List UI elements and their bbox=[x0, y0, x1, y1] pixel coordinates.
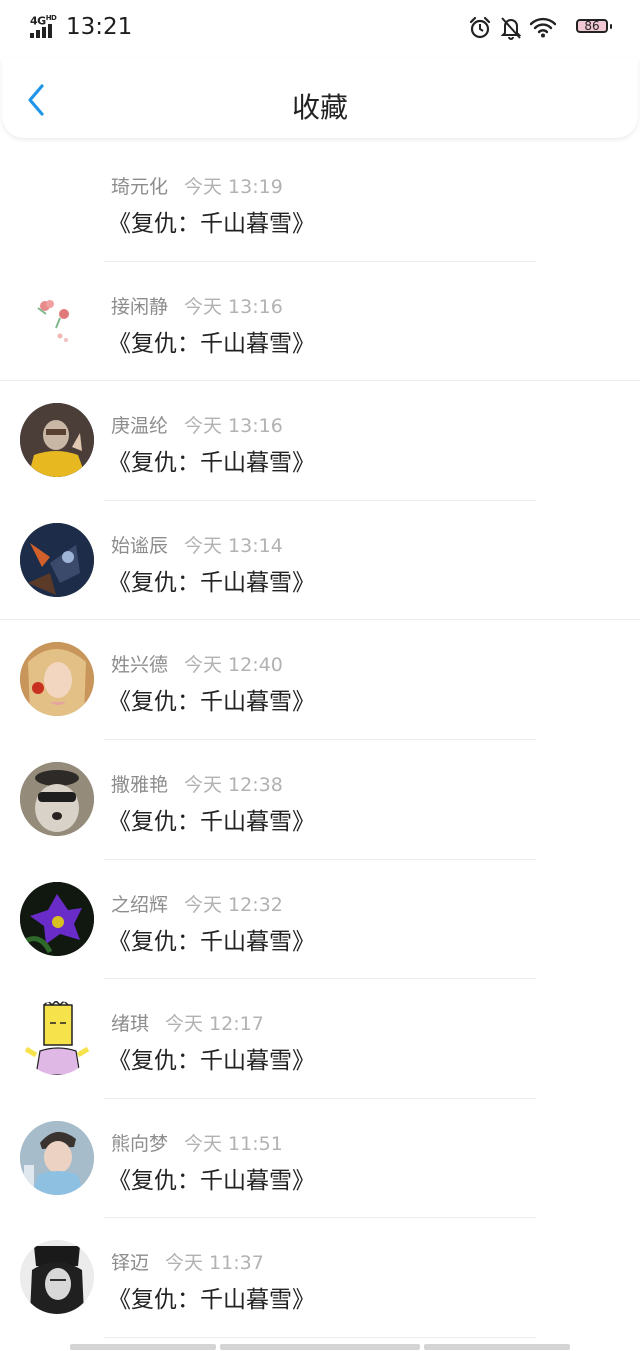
battery-icon: 86 bbox=[576, 19, 612, 35]
alarm-icon bbox=[469, 16, 491, 39]
avatar bbox=[20, 1240, 94, 1315]
avatar bbox=[20, 403, 94, 478]
sender-name: 始谧辰 bbox=[111, 534, 169, 557]
bottom-scroll-indicator bbox=[70, 1344, 570, 1351]
status-time: 13:21 bbox=[66, 14, 133, 40]
battery-level: 86 bbox=[584, 19, 600, 33]
favorite-title: 《复仇：千山暮雪》 bbox=[108, 1287, 315, 1314]
sender-name: 接闲静 bbox=[111, 295, 169, 318]
bell-off-icon bbox=[500, 17, 522, 40]
sender-name: 姓兴德 bbox=[111, 654, 169, 677]
sender-name: 铎迈 bbox=[111, 1252, 150, 1275]
nav-bar: 收藏 bbox=[2, 58, 638, 138]
favorite-title: 《复仇：千山暮雪》 bbox=[108, 928, 315, 955]
cell-signal-icon: 4GHD bbox=[30, 14, 60, 40]
favorites-list: 琦元化今天 13:19 《复仇：千山暮雪》 接闲静今天 13:16 《复仇： bbox=[0, 142, 640, 1338]
sender-name: 熊向梦 bbox=[111, 1132, 169, 1155]
avatar bbox=[20, 522, 94, 597]
timestamp: 今天 13:16 bbox=[184, 415, 283, 438]
timestamp: 今天 11:37 bbox=[165, 1252, 264, 1275]
avatar bbox=[20, 1120, 94, 1195]
timestamp: 今天 13:19 bbox=[184, 176, 283, 198]
favorite-item[interactable]: 熊向梦 今天 11:51 《复仇：千山暮雪》 bbox=[0, 1099, 640, 1219]
status-icons: 86 bbox=[452, 16, 612, 42]
favorites-screen: 4GHD 13:21 86 收藏 琦元化 今天 13:19 《复仇：千山暮雪》 … bbox=[0, 0, 640, 1351]
avatar bbox=[20, 283, 94, 358]
sender-name: 绪琪 bbox=[111, 1013, 150, 1036]
avatar bbox=[20, 761, 94, 836]
favorite-title: 《复仇：千山暮雪》 bbox=[108, 211, 315, 237]
favorite-title: 《复仇：千山暮雪》 bbox=[108, 1167, 315, 1194]
timestamp: 今天 13:16 bbox=[184, 295, 283, 318]
favorite-item[interactable]: 庚温纶 今天 13:16 《复仇：千山暮雪》 bbox=[0, 381, 640, 501]
avatar bbox=[20, 881, 94, 956]
favorite-title: 《复仇：千山暮雪》 bbox=[108, 330, 315, 357]
favorite-title: 《复仇：千山暮雪》 bbox=[108, 1048, 315, 1075]
timestamp: 今天 12:17 bbox=[165, 1013, 264, 1036]
page-title: 收藏 bbox=[291, 91, 348, 124]
favorite-item[interactable]: 之绍辉 今天 12:32 《复仇：千山暮雪》 bbox=[0, 860, 640, 980]
favorite-title: 《复仇：千山暮雪》 bbox=[108, 450, 315, 477]
favorite-item[interactable]: 姓兴德 今天 12:40 《复仇：千山暮雪》 bbox=[0, 620, 640, 740]
wifi-icon bbox=[530, 17, 556, 38]
sender-name: 庚温纶 bbox=[111, 415, 169, 438]
network-type: 4G bbox=[30, 14, 46, 28]
timestamp: 今天 11:51 bbox=[184, 1132, 283, 1155]
timestamp: 今天 12:38 bbox=[184, 773, 283, 796]
network-hd-label: HD bbox=[45, 14, 57, 22]
favorite-item[interactable]: 始谧辰 今天 13:14 《复仇：千山暮雪》 bbox=[0, 501, 640, 621]
avatar bbox=[20, 1001, 94, 1076]
avatar bbox=[20, 642, 94, 717]
avatar bbox=[20, 164, 94, 238]
favorite-item[interactable]: 琦元化 今天 13:19 《复仇：千山暮雪》 bbox=[0, 142, 640, 262]
favorite-item[interactable]: 铎迈 今天 11:37 《复仇：千山暮雪》 bbox=[0, 1218, 640, 1338]
favorite-item[interactable]: 接闲静 今天 13:16 《复仇：千山暮雪》 bbox=[0, 262, 640, 382]
favorite-item[interactable]: 撒雅艳 今天 12:38 《复仇：千山暮雪》 bbox=[0, 740, 640, 860]
sender-name: 琦元化 bbox=[111, 176, 169, 198]
timestamp: 今天 13:14 bbox=[184, 534, 283, 557]
sender-name: 之绍辉 bbox=[111, 893, 169, 916]
timestamp: 今天 12:32 bbox=[184, 893, 283, 916]
favorite-item[interactable]: 绪琪 今天 12:17 《复仇：千山暮雪》 bbox=[0, 979, 640, 1099]
status-bar: 4GHD 13:21 86 bbox=[0, 0, 640, 58]
favorite-title: 《复仇：千山暮雪》 bbox=[108, 569, 315, 596]
sender-name: 撒雅艳 bbox=[111, 773, 169, 796]
favorite-title: 《复仇：千山暮雪》 bbox=[108, 689, 315, 716]
favorite-title: 《复仇：千山暮雪》 bbox=[108, 808, 315, 835]
timestamp: 今天 12:40 bbox=[184, 654, 283, 677]
